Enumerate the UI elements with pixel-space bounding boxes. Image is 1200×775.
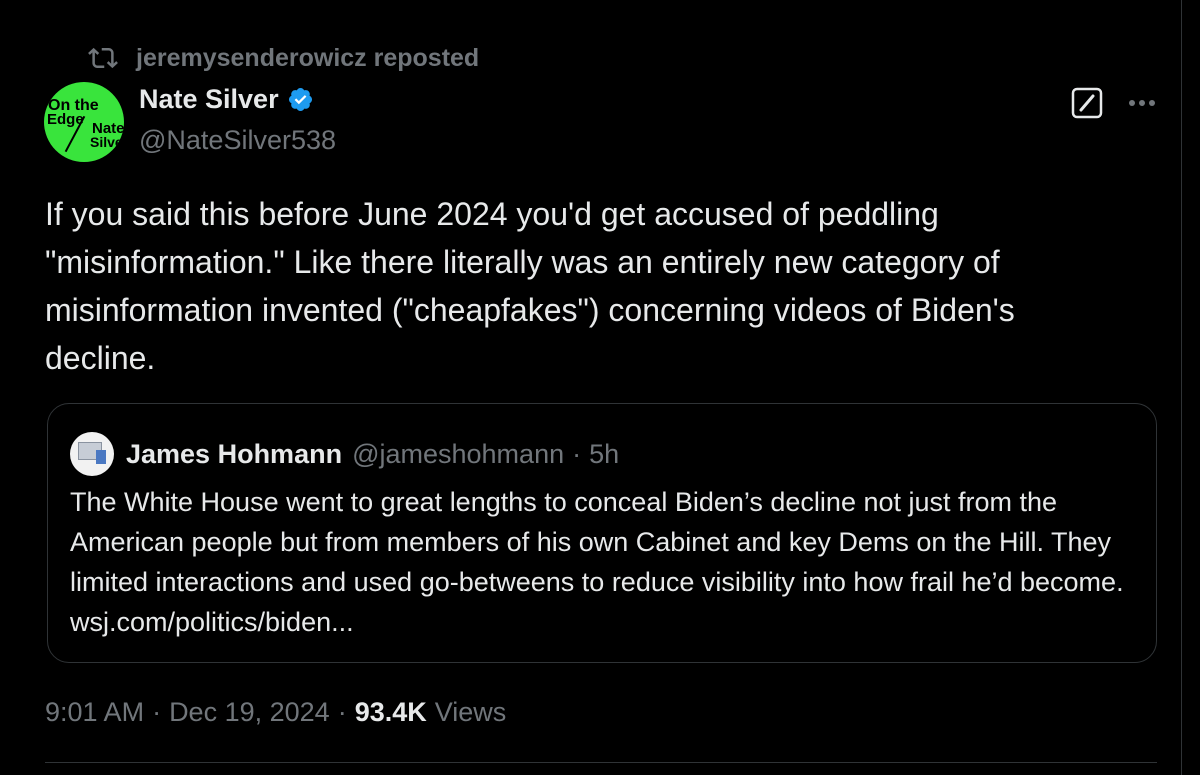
verified-badge-icon[interactable] — [287, 86, 314, 113]
tweet-date[interactable]: Dec 19, 2024 — [169, 697, 330, 728]
timeline-border — [1181, 0, 1182, 775]
views-count[interactable]: 93.4K — [355, 697, 427, 728]
repost-context[interactable]: jeremysenderowicz reposted — [88, 42, 479, 74]
author-avatar[interactable]: On the Edge Nate Silver — [44, 82, 124, 162]
separator-dot: · — [337, 697, 347, 727]
more-button[interactable] — [1124, 88, 1160, 118]
quoted-tweet-card[interactable]: James Hohmann @jameshohmann · 5h The Whi… — [47, 403, 1157, 663]
tweet-text: If you said this before June 2024 you'd … — [45, 196, 1015, 376]
repost-icon — [88, 43, 118, 73]
avatar-image-part — [96, 450, 106, 464]
quoted-author-avatar[interactable] — [70, 432, 114, 476]
grok-button[interactable] — [1070, 86, 1104, 120]
views-label: Views — [434, 697, 507, 727]
tweet-time[interactable]: 9:01 AM — [45, 697, 144, 728]
quoted-author-handle[interactable]: @jameshohmann — [352, 439, 564, 470]
tweet-view: jeremysenderowicz reposted On the Edge N… — [0, 0, 1200, 775]
avatar-text-line4: Silver — [90, 134, 124, 150]
separator-dot: · — [572, 438, 582, 469]
tweet-meta: 9:01 AM · Dec 19, 2024 · 93.4K Views — [45, 697, 506, 728]
repost-label: jeremysenderowicz reposted — [136, 43, 480, 72]
author-handle[interactable]: @NateSilver538 — [139, 125, 336, 156]
separator-dot: · — [152, 697, 162, 727]
author-name[interactable]: Nate Silver — [139, 84, 279, 115]
quoted-tweet-text: The White House went to great lengths to… — [70, 487, 1124, 637]
quoted-author-name[interactable]: James Hohmann — [126, 439, 342, 470]
quoted-tweet-time[interactable]: 5h — [589, 439, 619, 470]
quoted-tweet-header: James Hohmann @jameshohmann · 5h — [70, 432, 619, 476]
author-name-row[interactable]: Nate Silver — [139, 84, 314, 115]
more-icon — [1129, 100, 1155, 106]
grok-icon — [1071, 87, 1103, 119]
divider — [45, 762, 1157, 763]
